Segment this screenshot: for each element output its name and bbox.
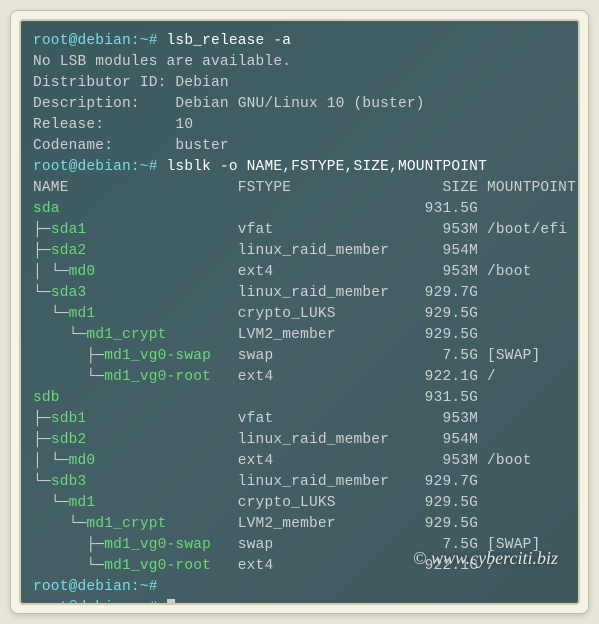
device-name: md1_vg0-root [104, 558, 211, 574]
terminal-window[interactable]: root@debian:~# lsb_release -a No LSB mod… [19, 19, 580, 605]
device-name: md0 [69, 264, 96, 280]
device-name: md1_vg0-swap [104, 348, 211, 364]
device-name: sdb1 [51, 411, 87, 427]
watermark-text: © www.cyberciti.biz [413, 548, 558, 569]
shell-prompt: root@debian:~# [33, 600, 158, 605]
device-name: md0 [69, 453, 96, 469]
terminal-content[interactable]: root@debian:~# lsb_release -a No LSB mod… [33, 31, 566, 605]
device-name: sda [33, 201, 60, 217]
cursor [167, 599, 175, 605]
device-name: sda1 [51, 222, 87, 238]
device-name: sda2 [51, 243, 87, 259]
device-name: md1 [69, 306, 96, 322]
device-name: sdb3 [51, 474, 87, 490]
command-lsblk: lsblk -o NAME,FSTYPE,SIZE,MOUNTPOINT [167, 159, 487, 175]
device-name: md1 [69, 495, 96, 511]
device-name: md1_vg0-root [104, 369, 211, 385]
device-name: sdb2 [51, 432, 87, 448]
device-name: md1_vg0-swap [104, 537, 211, 553]
photo-frame-outer: root@debian:~# lsb_release -a No LSB mod… [10, 10, 589, 614]
shell-prompt: root@debian:~# [33, 159, 158, 175]
shell-prompt: root@debian:~# [33, 579, 158, 595]
device-name: sdb [33, 390, 60, 406]
device-name: sda3 [51, 285, 87, 301]
shell-prompt: root@debian:~# [33, 33, 158, 49]
device-name: md1_crypt [86, 327, 166, 343]
command-lsb-release: lsb_release -a [167, 33, 292, 49]
device-name: md1_crypt [86, 516, 166, 532]
